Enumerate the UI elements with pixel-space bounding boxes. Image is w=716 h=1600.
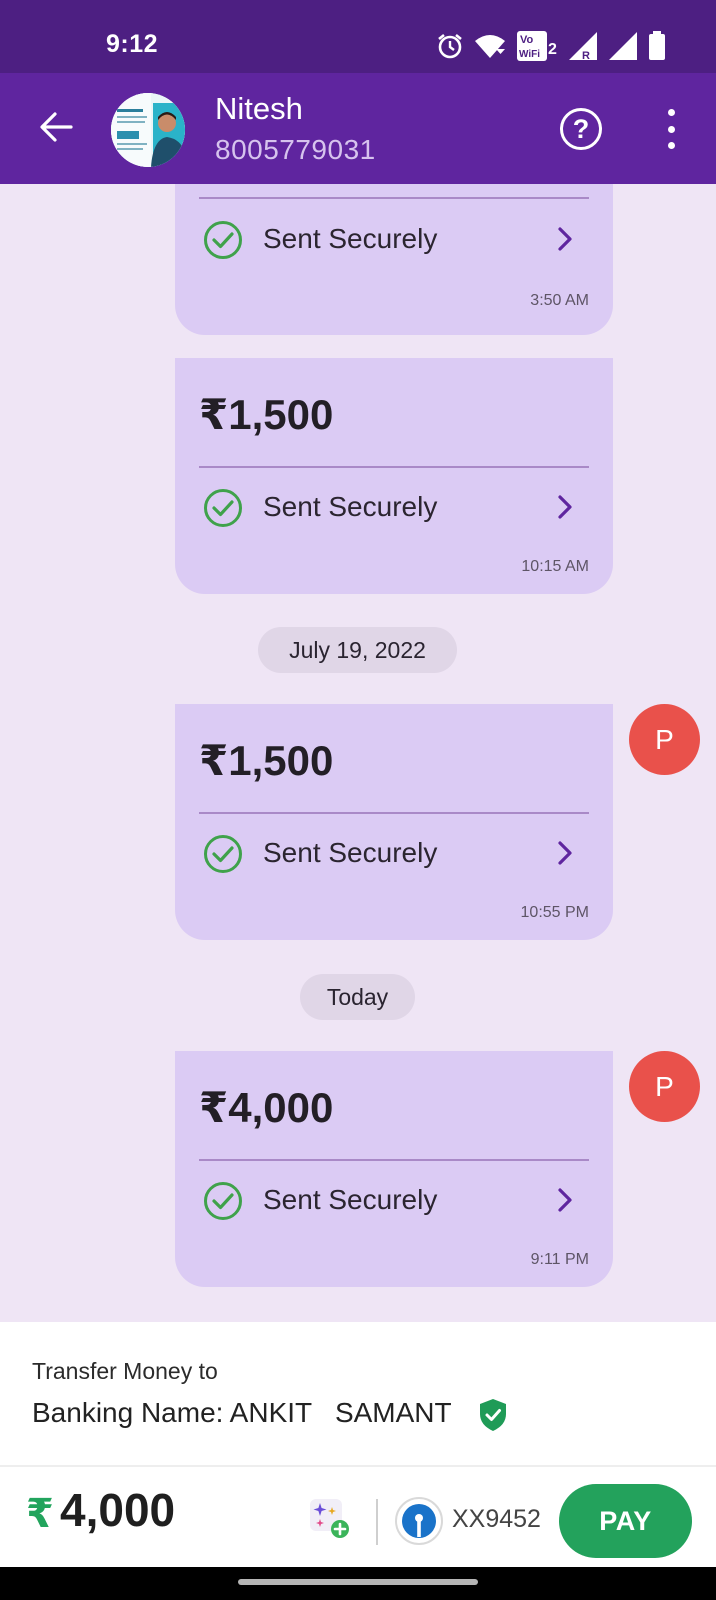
- arrow-left-icon: [40, 112, 73, 142]
- sbi-bank-icon: [402, 1504, 436, 1538]
- chat-header: Nitesh 8005779031 ?: [0, 73, 716, 184]
- contact-avatar[interactable]: [111, 93, 185, 167]
- payment-amount: ₹4,000: [199, 1084, 334, 1131]
- dot: [667, 109, 675, 116]
- message-divider: [199, 466, 589, 468]
- transfer-info: Transfer Money to Banking Name: ANKIT SA…: [0, 1322, 716, 1467]
- status-bar: 9:12 Vo WiFi 2 R: [0, 0, 716, 73]
- svg-text:WiFi: WiFi: [519, 49, 540, 60]
- status-time: 9:12: [106, 30, 159, 58]
- offers-add-icon[interactable]: [308, 1497, 350, 1539]
- message-time: 10:55 PM: [520, 904, 589, 921]
- sender-avatar: P: [629, 704, 700, 775]
- pay-button[interactable]: PAY: [559, 1484, 692, 1558]
- svg-text:R: R: [582, 50, 590, 61]
- dot: [667, 142, 675, 149]
- account-number[interactable]: XX9452: [452, 1505, 541, 1534]
- help-button[interactable]: ?: [560, 108, 602, 150]
- message-divider: [199, 197, 589, 199]
- transfer-title: Transfer Money to: [32, 1358, 218, 1384]
- banking-name: Banking Name: ANKIT SAMANT: [32, 1397, 452, 1428]
- status-icons: Vo WiFi 2 R: [436, 30, 666, 62]
- help-icon: ?: [572, 113, 590, 144]
- signal-icon: [609, 32, 637, 60]
- message-divider: [199, 1159, 589, 1161]
- contact-photo: [111, 93, 185, 167]
- home-indicator[interactable]: [238, 1579, 478, 1585]
- message-time: 9:11 PM: [530, 1251, 589, 1268]
- vowifi-icon: Vo WiFi 2: [517, 31, 557, 61]
- payment-message[interactable]: Sent Securely 3:50 AM: [175, 184, 613, 335]
- date-separator: Today: [300, 974, 415, 1020]
- contact-phone: 8005779031: [215, 134, 376, 165]
- payment-message[interactable]: ₹1,500 Sent Securely 10:15 AM: [175, 358, 613, 594]
- sent-status: Sent Securely: [263, 223, 438, 254]
- payment-amount: ₹1,500: [199, 391, 334, 438]
- chevron-right-icon[interactable]: [555, 840, 575, 866]
- message-divider: [199, 812, 589, 814]
- wifi-icon: [475, 35, 505, 58]
- svg-text:2: 2: [548, 41, 557, 58]
- alarm-icon: [438, 33, 462, 59]
- system-nav-bar: [0, 1567, 716, 1600]
- message-time: 3:50 AM: [530, 292, 589, 309]
- chevron-right-icon[interactable]: [555, 226, 575, 252]
- sent-status: Sent Securely: [263, 1184, 438, 1215]
- check-circle-icon: [204, 835, 242, 873]
- bank-account-selector[interactable]: [395, 1497, 443, 1545]
- more-options-button[interactable]: [660, 107, 682, 151]
- check-circle-icon: [204, 1182, 242, 1220]
- separator: [376, 1499, 378, 1545]
- rupee-icon: ₹: [26, 1492, 54, 1536]
- svg-text:Vo: Vo: [520, 34, 534, 46]
- contact-name: Nitesh: [215, 91, 303, 126]
- amount-input[interactable]: 4,000: [60, 1483, 175, 1537]
- chevron-right-icon[interactable]: [555, 1187, 575, 1213]
- sent-status: Sent Securely: [263, 837, 438, 868]
- payment-message[interactable]: ₹1,500 Sent Securely 10:55 PM: [175, 704, 613, 940]
- battery-icon: [649, 31, 665, 60]
- signal-r-icon: R: [569, 32, 597, 61]
- message-time: 10:15 AM: [521, 558, 589, 575]
- sender-avatar: P: [629, 1051, 700, 1122]
- check-circle-icon: [204, 221, 242, 259]
- chat-area[interactable]: Sent Securely 3:50 AM ₹1,500 Sent Secure…: [0, 184, 716, 1322]
- pay-bar: ₹ 4,000 XX9452 PAY: [0, 1467, 716, 1567]
- verified-shield-icon: [480, 1399, 506, 1431]
- payment-amount: ₹1,500: [199, 737, 334, 784]
- payment-message[interactable]: ₹4,000 Sent Securely 9:11 PM: [175, 1051, 613, 1287]
- chevron-right-icon[interactable]: [555, 494, 575, 520]
- check-circle-icon: [204, 489, 242, 527]
- dot: [667, 125, 675, 133]
- back-button[interactable]: [36, 107, 76, 147]
- date-separator: July 19, 2022: [258, 627, 457, 673]
- sent-status: Sent Securely: [263, 491, 438, 522]
